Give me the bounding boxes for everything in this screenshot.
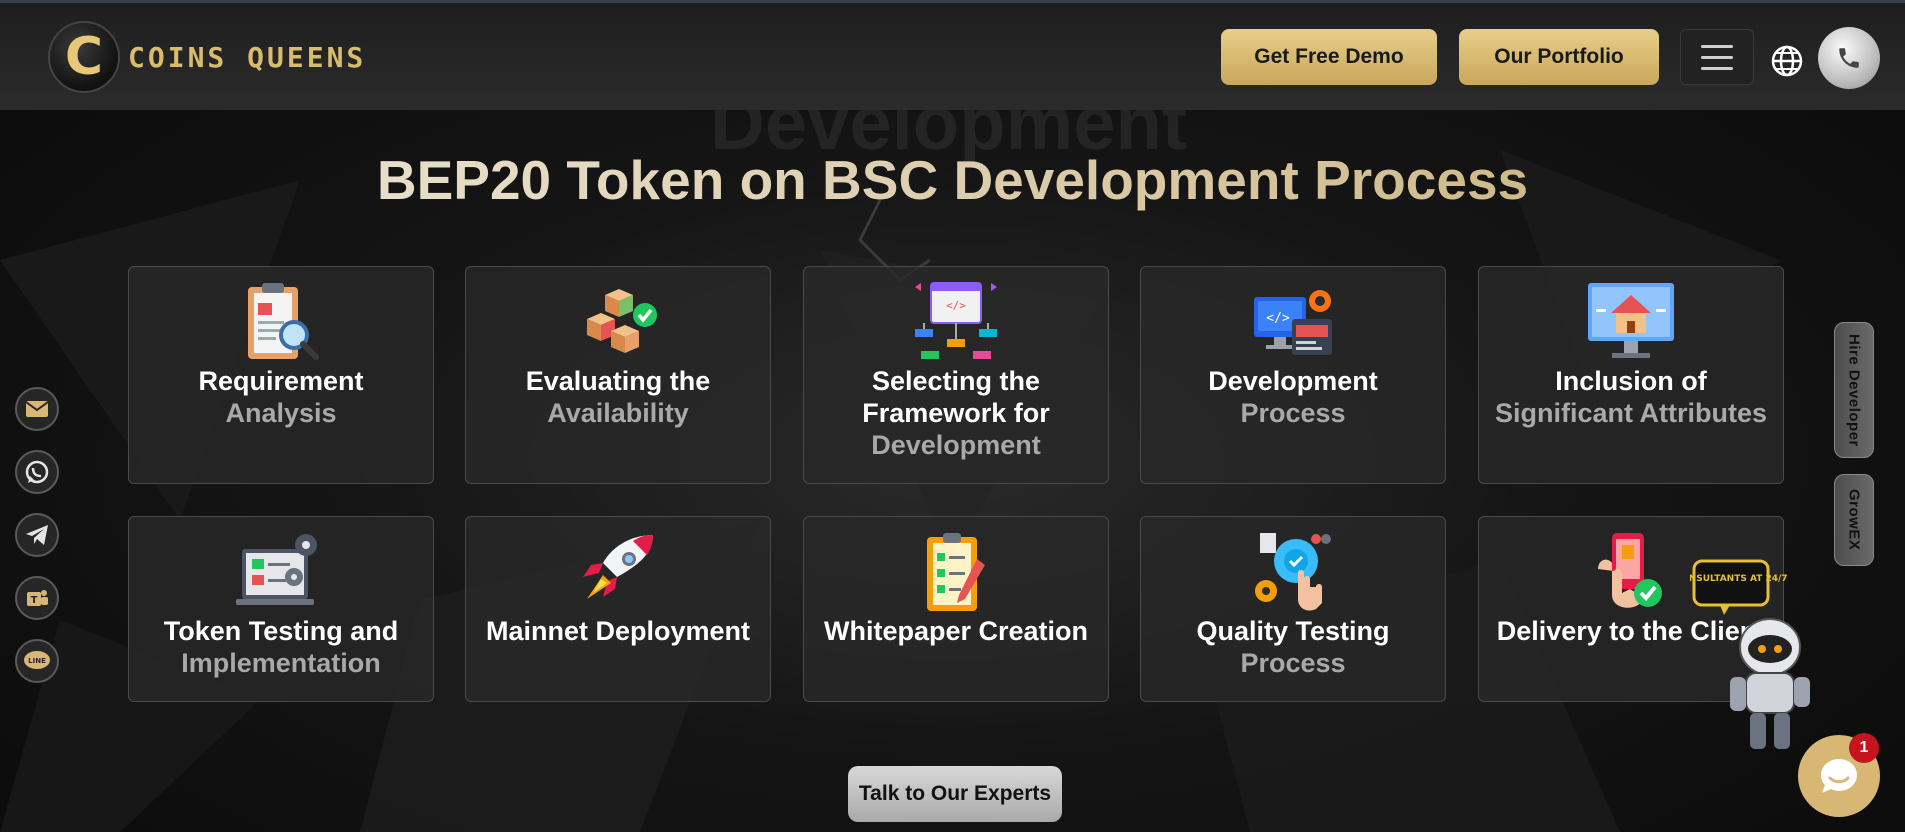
card-subtitle: Availability (547, 398, 689, 428)
globe-icon[interactable] (1770, 44, 1804, 78)
card-title: Whitepaper Creation (823, 616, 1089, 646)
house-monitor-icon (1588, 283, 1674, 358)
process-card-requirement-analysis: Requirement Analysis (128, 266, 434, 484)
get-free-demo-button[interactable]: Get Free Demo (1221, 29, 1437, 85)
mail-button[interactable] (15, 387, 59, 431)
chat-bubble-icon (1821, 759, 1857, 793)
card-title: Token Testing and (163, 616, 399, 646)
telegram-button[interactable] (15, 513, 59, 557)
teams-icon: T (27, 590, 48, 606)
svg-text:T: T (31, 595, 38, 606)
phone-hand-check-icon (1598, 533, 1662, 608)
phone-call-button[interactable] (1818, 27, 1880, 89)
card-title: Selecting the Framework for (862, 366, 1050, 428)
close-icon[interactable]: ✕ (1884, 527, 1899, 548)
process-card-quality-testing: Quality Testing Process (1140, 516, 1446, 702)
menu-bar (1701, 44, 1733, 48)
svg-text:</>: </> (946, 299, 966, 312)
checklist-gear-icon (236, 534, 317, 605)
teams-button[interactable]: T (15, 576, 59, 620)
our-portfolio-button[interactable]: Our Portfolio (1459, 29, 1659, 85)
card-subtitle: Process (1240, 398, 1346, 428)
card-title: Development (1208, 366, 1378, 396)
process-card-development-process: </> Development Process (1140, 266, 1446, 484)
code-monitor-icon: </> (1254, 290, 1332, 355)
telegram-icon (26, 525, 48, 545)
process-card-inclusion-attributes: Inclusion of Significant Attributes (1478, 266, 1784, 484)
line-icon-label: LINE (28, 657, 46, 665)
card-title: Requirement (198, 366, 364, 396)
card-title: Quality Testing (1196, 616, 1390, 646)
process-card-whitepaper-creation: Whitepaper Creation (803, 516, 1109, 702)
menu-bar (1701, 66, 1733, 70)
clipboard-pencil-icon (927, 533, 985, 611)
growex-tab[interactable]: GrowEX (1834, 474, 1874, 566)
mail-icon (25, 401, 49, 417)
whatsapp-icon (25, 460, 49, 484)
cubes-check-icon (587, 289, 657, 353)
logo-mark: C (48, 21, 120, 93)
svg-text:</>: </> (1266, 311, 1290, 326)
logo[interactable]: C COINS QUEENS (48, 21, 366, 93)
notification-badge: 1 (1849, 733, 1879, 763)
card-subtitle: Development (871, 430, 1041, 460)
card-subtitle: Process (1240, 648, 1346, 678)
touch-gear-icon (1255, 533, 1331, 611)
growex-label: GrowEX (1845, 489, 1863, 551)
site-header: C COINS QUEENS Get Free Demo Our Portfol… (0, 3, 1905, 110)
page-title: BEP20 Token on BSC Development Process (0, 148, 1905, 212)
whatsapp-button[interactable] (15, 450, 59, 494)
line-button[interactable]: LINE (15, 639, 59, 683)
phone-icon (1839, 48, 1859, 68)
process-card-evaluating-availability: Evaluating the Availability (465, 266, 771, 484)
process-card-selecting-framework: </> Selecting the Framework for Developm… (803, 266, 1109, 484)
robot-sign-text: CONSULTANTS AT 24/7 (1690, 574, 1788, 584)
card-subtitle: Analysis (225, 398, 337, 428)
card-title: Inclusion of (1555, 366, 1707, 396)
talk-to-experts-button[interactable]: Talk to Our Experts (848, 766, 1062, 822)
hire-developer-tab[interactable]: Hire Developer (1834, 322, 1874, 458)
card-subtitle: Significant Attributes (1494, 398, 1767, 428)
social-icons-bar: T LINE (15, 387, 59, 702)
process-card-token-testing: Token Testing and Implementation (128, 516, 434, 702)
process-card-mainnet-deployment: Mainnet Deployment (465, 516, 771, 702)
flowchart-icon: </> (915, 282, 997, 359)
logo-text: COINS QUEENS (128, 40, 367, 74)
menu-bar (1701, 55, 1733, 59)
line-icon: LINE (24, 651, 50, 669)
robot-mascot[interactable]: CONSULTANTS AT 24/7 (1690, 555, 1820, 755)
hamburger-menu-button[interactable] (1680, 29, 1754, 85)
card-title: Mainnet Deployment (485, 616, 751, 646)
card-title: Evaluating the (525, 366, 711, 396)
hire-developer-label: Hire Developer (1845, 333, 1863, 447)
rocket-icon (583, 535, 653, 599)
clipboard-search-icon (248, 283, 319, 360)
card-subtitle: Implementation (181, 648, 381, 678)
